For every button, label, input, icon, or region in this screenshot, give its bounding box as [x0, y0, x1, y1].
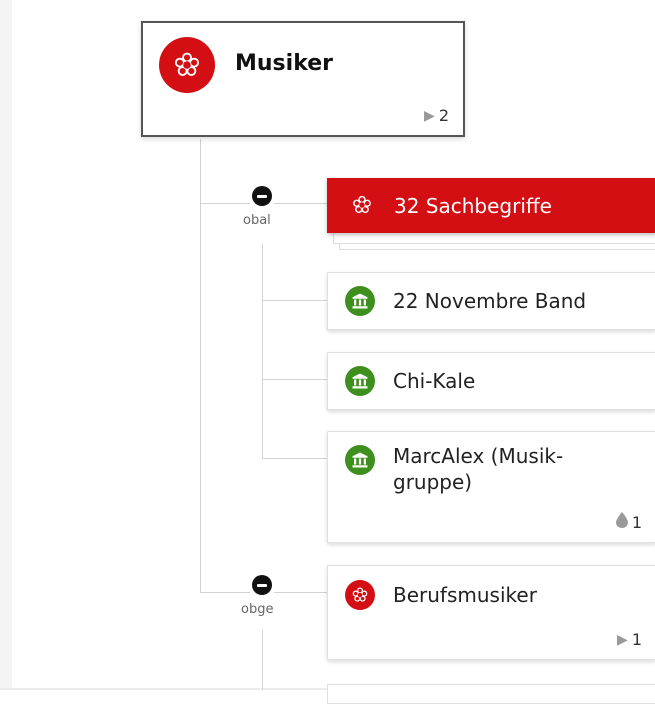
asterisk-flower-icon — [345, 580, 375, 610]
list-item-label: Berufsmusiker — [393, 583, 537, 607]
tree-connector — [200, 139, 201, 592]
list-item-22-novembre-band[interactable]: 22 Novembre Band — [327, 272, 655, 330]
tree-connector — [200, 592, 250, 593]
group-header-card[interactable]: 32 Sachbegriffe — [327, 178, 655, 233]
list-item-marcalex[interactable]: MarcAlex (Musik- gruppe) 1 — [327, 431, 655, 543]
tree-connector — [274, 203, 327, 204]
list-item-label: MarcAlex (Musik- gruppe) — [393, 443, 563, 495]
root-count-value: 2 — [438, 106, 449, 125]
root-node-title: Musiker — [235, 51, 334, 76]
play-triangle-icon: ▶ — [617, 631, 628, 648]
list-item-berufsmusiker[interactable]: Berufsmusiker ▶ 1 — [327, 565, 655, 660]
drop-icon — [615, 512, 628, 532]
asterisk-flower-icon — [351, 194, 373, 220]
root-child-count[interactable]: ▶ 2 — [424, 106, 449, 125]
building-columns-icon — [345, 445, 375, 475]
list-item-chi-kale[interactable]: Chi-Kale — [327, 352, 655, 410]
list-item-label-line1: MarcAlex (Musik- — [393, 444, 564, 468]
root-node-card[interactable]: Musiker ▶ 2 — [141, 21, 465, 137]
tree-connector — [274, 592, 327, 593]
group-header-label: 32 Sachbegriffe — [394, 194, 552, 218]
item-count[interactable]: ▶ 1 — [617, 630, 642, 649]
relation-label-obal: obal — [243, 213, 271, 228]
item-count-value: 1 — [631, 512, 642, 532]
tree-connector — [262, 379, 327, 380]
list-item-partial[interactable] — [327, 684, 655, 704]
tree-connector — [200, 203, 250, 204]
building-columns-icon — [345, 366, 375, 396]
tree-connector — [262, 244, 263, 458]
collapse-toggle-obge[interactable] — [252, 575, 272, 595]
list-item-label-line2: gruppe) — [393, 470, 473, 494]
building-columns-icon — [345, 286, 375, 316]
item-count[interactable]: 1 — [615, 512, 642, 532]
list-item-label: 22 Novembre Band — [393, 289, 587, 313]
item-count-value: 1 — [631, 630, 642, 649]
left-panel-edge — [0, 0, 12, 690]
tree-connector — [262, 458, 327, 459]
tree-connector — [262, 630, 263, 690]
relation-label-obge: obge — [241, 602, 274, 617]
asterisk-flower-icon — [159, 37, 215, 93]
tree-connector — [262, 300, 327, 301]
collapse-toggle-obal[interactable] — [252, 186, 272, 206]
list-item-label: Chi-Kale — [393, 369, 476, 393]
play-triangle-icon: ▶ — [424, 107, 435, 124]
